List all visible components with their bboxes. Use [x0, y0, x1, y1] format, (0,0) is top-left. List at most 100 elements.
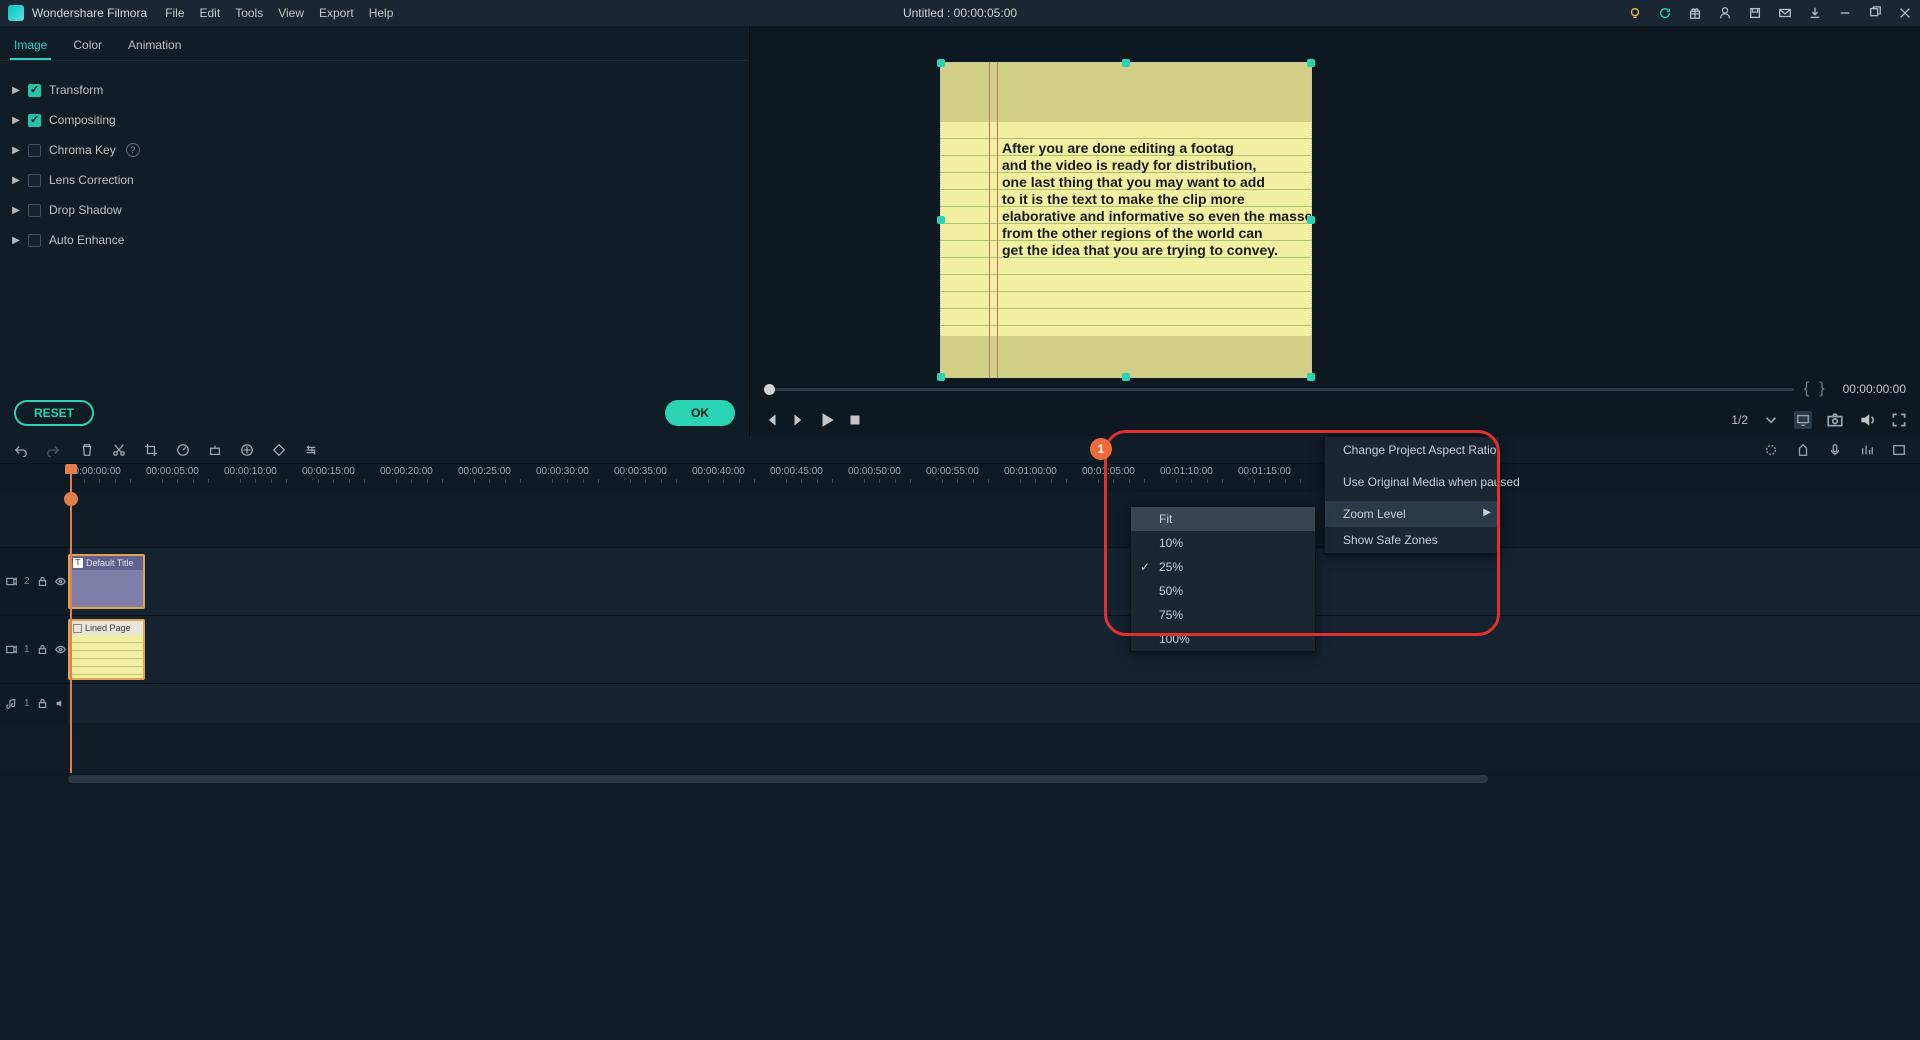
zoom-100[interactable]: 100%	[1131, 627, 1315, 651]
preview-panel: After you are done editing a footag and …	[750, 26, 1920, 436]
render-button[interactable]	[1764, 443, 1778, 457]
checkbox-icon[interactable]	[28, 204, 41, 217]
menu-file[interactable]: File	[165, 6, 184, 20]
resize-handle-icon[interactable]	[937, 216, 945, 224]
refresh-icon[interactable]	[1658, 6, 1672, 20]
speaker-icon[interactable]	[55, 698, 66, 709]
menu-zoom-level[interactable]: Zoom Level▶	[1325, 501, 1499, 527]
menu-edit[interactable]: Edit	[200, 6, 221, 20]
audio-track-icon	[6, 698, 17, 709]
voiceover-button[interactable]	[1828, 443, 1842, 457]
checkbox-icon[interactable]	[28, 174, 41, 187]
green-screen-button[interactable]	[240, 443, 254, 457]
speed-button[interactable]	[176, 443, 190, 457]
playhead-cap-icon[interactable]	[65, 464, 77, 474]
help-icon[interactable]: ?	[126, 143, 140, 157]
export-frame-button[interactable]	[1892, 443, 1906, 457]
menu-view[interactable]: View	[278, 6, 304, 20]
zoom-fit[interactable]: Fit	[1131, 507, 1315, 531]
tab-color[interactable]: Color	[69, 32, 106, 60]
menu-show-safe-zones[interactable]: Show Safe Zones	[1325, 527, 1499, 553]
snapshot-button[interactable]	[1826, 411, 1844, 429]
resize-handle-icon[interactable]	[1307, 373, 1315, 381]
timeline-scrollbar[interactable]	[0, 775, 1920, 787]
gift-icon[interactable]	[1688, 6, 1702, 20]
prop-drop-shadow[interactable]: ▶Drop Shadow	[10, 195, 739, 225]
play-button[interactable]	[818, 411, 836, 429]
fullscreen-button[interactable]	[1890, 411, 1908, 429]
prop-lens-correction[interactable]: ▶Lens Correction	[10, 165, 739, 195]
ok-button[interactable]: OK	[665, 400, 735, 426]
resize-handle-icon[interactable]	[1307, 59, 1315, 67]
clip-title[interactable]: TDefault Title	[68, 554, 145, 609]
save-icon[interactable]	[1748, 6, 1762, 20]
cut-button[interactable]	[112, 443, 126, 457]
checkbox-icon[interactable]	[28, 144, 41, 157]
download-icon[interactable]	[1808, 6, 1822, 20]
resize-handle-icon[interactable]	[1307, 216, 1315, 224]
selection-frame[interactable]	[940, 62, 1312, 378]
dropdown-icon[interactable]	[1762, 411, 1780, 429]
prop-auto-enhance[interactable]: ▶Auto Enhance	[10, 225, 739, 255]
adjust-button[interactable]	[304, 443, 318, 457]
delete-button[interactable]	[80, 443, 94, 457]
preview-scrubber: { } 00:00:00:00	[750, 374, 1920, 404]
preview-stage[interactable]: After you are done editing a footag and …	[750, 26, 1920, 374]
menu-export[interactable]: Export	[319, 6, 354, 20]
zoom-75[interactable]: 75%	[1131, 603, 1315, 627]
playhead-knob-icon[interactable]	[64, 492, 78, 506]
brace-right-icon[interactable]: }	[1819, 380, 1824, 398]
app-name: Wondershare Filmora	[32, 6, 147, 20]
keyframe-button[interactable]	[272, 443, 286, 457]
lock-icon[interactable]	[37, 644, 48, 655]
checkbox-icon[interactable]	[28, 234, 41, 247]
stop-button[interactable]	[846, 411, 864, 429]
prop-transform[interactable]: ▶Transform	[10, 75, 739, 105]
window-maximize-icon[interactable]	[1868, 6, 1882, 20]
tab-image[interactable]: Image	[10, 32, 51, 60]
prop-chroma-key[interactable]: ▶Chroma Key?	[10, 135, 739, 165]
resize-handle-icon[interactable]	[1122, 373, 1130, 381]
lightbulb-icon[interactable]	[1628, 6, 1642, 20]
checkbox-icon[interactable]	[28, 114, 41, 127]
volume-button[interactable]	[1858, 411, 1876, 429]
checkbox-icon[interactable]	[28, 84, 41, 97]
scrub-track[interactable]	[764, 388, 1794, 391]
window-minimize-icon[interactable]	[1838, 6, 1852, 20]
reset-button[interactable]: RESET	[14, 400, 94, 426]
menu-tools[interactable]: Tools	[235, 6, 263, 20]
menu-use-original-media[interactable]: Use Original Media when paused	[1325, 469, 1499, 495]
resize-handle-icon[interactable]	[937, 59, 945, 67]
menu-change-aspect-ratio[interactable]: Change Project Aspect Ratio	[1325, 437, 1499, 463]
playhead[interactable]	[70, 464, 72, 773]
undo-button[interactable]	[14, 443, 28, 457]
zoom-50[interactable]: 50%	[1131, 579, 1315, 603]
resize-handle-icon[interactable]	[937, 373, 945, 381]
prev-frame-button[interactable]	[762, 411, 780, 429]
audio-mixer-button[interactable]	[1860, 443, 1874, 457]
timeline-ruler[interactable]: 00:00:00:0000:00:05:0000:00:10:0000:00:1…	[0, 464, 1920, 492]
scrub-knob-icon[interactable]	[764, 384, 775, 395]
mail-icon[interactable]	[1778, 6, 1792, 20]
display-settings-button[interactable]	[1794, 411, 1812, 429]
lock-icon[interactable]	[37, 576, 48, 587]
prop-compositing[interactable]: ▶Compositing	[10, 105, 739, 135]
zoom-10[interactable]: 10%	[1131, 531, 1315, 555]
lock-icon[interactable]	[37, 698, 48, 709]
user-icon[interactable]	[1718, 6, 1732, 20]
crop-button[interactable]	[144, 443, 158, 457]
clip-image[interactable]: Lined Page	[68, 619, 145, 680]
next-frame-button[interactable]	[790, 411, 808, 429]
tab-animation[interactable]: Animation	[124, 32, 185, 60]
clip-label: Lined Page	[85, 623, 131, 633]
marker-button[interactable]	[1796, 443, 1810, 457]
eye-icon[interactable]	[55, 644, 66, 655]
color-button[interactable]	[208, 443, 222, 457]
brace-left-icon[interactable]: {	[1804, 380, 1809, 398]
zoom-25[interactable]: ✓25%	[1131, 555, 1315, 579]
window-close-icon[interactable]	[1898, 6, 1912, 20]
eye-icon[interactable]	[55, 576, 66, 587]
redo-button[interactable]	[46, 443, 60, 457]
menu-help[interactable]: Help	[369, 6, 394, 20]
resize-handle-icon[interactable]	[1122, 59, 1130, 67]
